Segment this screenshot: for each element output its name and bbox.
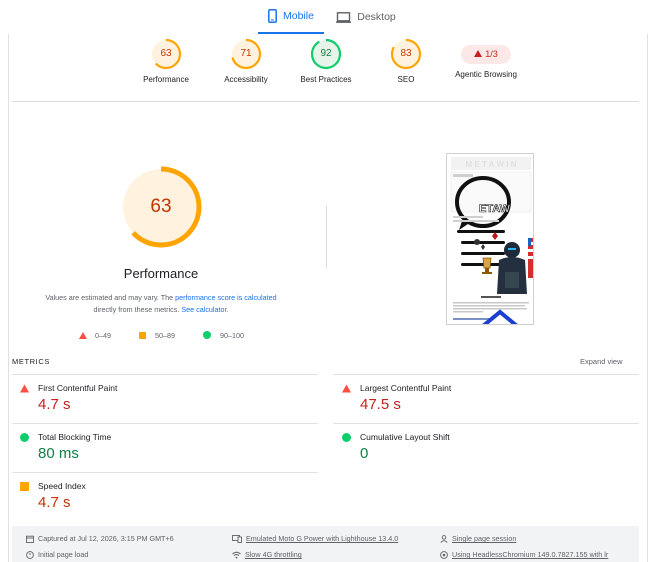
disclaimer-text-1: Values are estimated and may vary. The xyxy=(45,293,176,302)
agentic-label: Agentic Browsing xyxy=(455,70,517,79)
legend-average-range: 50–89 xyxy=(155,331,175,340)
summary-agentic-browsing[interactable]: 1/3 Agentic Browsing xyxy=(436,38,536,80)
legend-fail-range: 0–49 xyxy=(95,331,111,340)
agentic-badge: 1/3 xyxy=(461,45,511,64)
metric-value: 80 ms xyxy=(38,445,79,462)
pass-circle-icon xyxy=(203,331,211,339)
performance-disclaimer: Values are estimated and may vary. The p… xyxy=(26,292,296,316)
best-practices-score: 92 xyxy=(320,48,332,59)
legend-average: 50–89 xyxy=(139,330,175,342)
device-icon xyxy=(232,535,242,544)
performance-gauge: 63 xyxy=(150,38,182,70)
clock-icon xyxy=(26,551,34,559)
initial-page-load: Initial page load xyxy=(26,550,88,559)
pass-circle-icon xyxy=(20,433,29,442)
pass-circle-icon xyxy=(342,433,351,442)
network-throttling[interactable]: Slow 4G throttling xyxy=(232,550,302,559)
device-tab-bar: Mobile Desktop xyxy=(0,0,652,34)
summary-divider xyxy=(12,101,639,102)
average-square-icon xyxy=(139,332,146,339)
accessibility-gauge: 71 xyxy=(230,38,262,70)
mobile-phone-icon xyxy=(268,9,277,23)
seo-gauge: 83 xyxy=(390,38,422,70)
metric-value: 47.5 s xyxy=(360,396,401,413)
average-square-icon xyxy=(20,482,29,491)
fail-triangle-icon xyxy=(79,332,87,339)
fail-triangle-icon xyxy=(474,50,483,57)
metric-name: Largest Contentful Paint xyxy=(360,383,452,393)
disclaimer-text-2: directly from these metrics. xyxy=(93,305,182,314)
metrics-header: METRICS xyxy=(12,357,50,366)
wifi-icon xyxy=(232,551,241,559)
fail-triangle-icon xyxy=(20,384,29,393)
final-screenshot-thumbnail[interactable]: M E T A W I N ETAW xyxy=(446,153,534,325)
metric-divider xyxy=(333,374,639,375)
throttling-text: Slow 4G throttling xyxy=(245,550,302,559)
metric-name: Total Blocking Time xyxy=(38,432,112,442)
performance-score: 63 xyxy=(160,48,172,59)
desktop-monitor-icon xyxy=(336,11,352,23)
calendar-icon xyxy=(26,535,34,544)
captured-at: Captured at Jul 12, 2026, 3:15 PM GMT+6 xyxy=(26,534,174,544)
tab-desktop[interactable]: Desktop xyxy=(330,0,402,34)
chrome-icon xyxy=(440,551,448,559)
initial-load-text: Initial page load xyxy=(38,550,89,559)
accessibility-score: 71 xyxy=(240,48,252,59)
metric-value: 0 xyxy=(360,445,369,462)
svg-text:ETAW: ETAW xyxy=(479,203,511,215)
legend-fail: 0–49 xyxy=(79,330,111,342)
metric-name: First Contentful Paint xyxy=(38,383,118,393)
seo-score: 83 xyxy=(400,48,412,59)
legend-pass: 90–100 xyxy=(203,330,244,342)
metric-divider xyxy=(12,374,318,375)
score-legend: 0–49 50–89 90–100 xyxy=(74,330,274,342)
emulated-text: Emulated Moto G Power with Lighthouse 13… xyxy=(246,534,399,543)
gauge-thumbnail-divider xyxy=(326,206,327,268)
metric-name: Cumulative Layout Shift xyxy=(360,432,450,442)
page-screenshot-image: M E T A W I N ETAW xyxy=(450,157,533,324)
session-text: Single page session xyxy=(452,534,517,543)
expand-view-button[interactable]: Expand view xyxy=(580,357,623,366)
performance-big-gauge: 63 xyxy=(120,166,202,248)
metric-name: Speed Index xyxy=(38,481,86,491)
captured-text: Captured at Jul 12, 2026, 3:15 PM GMT+6 xyxy=(38,534,174,543)
see-calculator-link[interactable]: See calculator. xyxy=(181,305,228,314)
metric-divider xyxy=(333,423,639,424)
emulated-device[interactable]: Emulated Moto G Power with Lighthouse 13… xyxy=(232,534,399,544)
metric-value: 4.7 s xyxy=(38,494,71,511)
score-calculated-link[interactable]: performance score is calculated xyxy=(175,293,276,302)
metric-value: 4.7 s xyxy=(38,396,71,413)
agentic-badge-value: 1/3 xyxy=(485,49,498,59)
metric-divider xyxy=(12,423,318,424)
person-icon xyxy=(440,535,448,543)
browser-version[interactable]: Using HeadlessChromium 149.0.7827.155 wi… xyxy=(440,550,608,559)
best-practices-gauge: 92 xyxy=(310,38,342,70)
browser-text: Using HeadlessChromium 149.0.7827.155 wi… xyxy=(452,550,609,559)
report-frame-right xyxy=(647,34,648,562)
tab-mobile[interactable]: Mobile xyxy=(258,0,324,34)
tab-desktop-label: Desktop xyxy=(357,11,396,23)
fail-triangle-icon xyxy=(342,384,351,393)
report-frame-left xyxy=(8,34,9,562)
performance-big-score: 63 xyxy=(150,196,172,217)
thumbnail-logo: M E T A W I N xyxy=(466,160,517,169)
performance-title: Performance xyxy=(123,266,199,281)
legend-pass-range: 90–100 xyxy=(220,331,244,340)
metric-divider xyxy=(12,472,318,473)
single-page-session[interactable]: Single page session xyxy=(440,534,516,543)
runtime-settings-footer: Captured at Jul 12, 2026, 3:15 PM GMT+6 … xyxy=(12,526,639,562)
tab-mobile-label: Mobile xyxy=(283,10,314,22)
